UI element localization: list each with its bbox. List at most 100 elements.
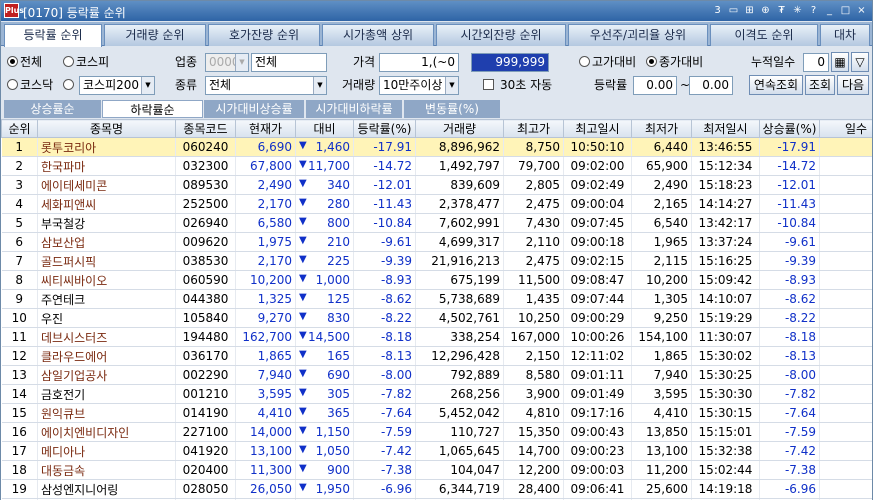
chevron-down-icon[interactable]: ▼ bbox=[141, 77, 154, 94]
low-price-cell: 7,940 bbox=[631, 365, 692, 385]
table-row[interactable]: 9 주연테크 044380 1,325 ▼ 125 -8.62 5,738,689 1,435 0… bbox=[1, 289, 872, 309]
table-row[interactable]: 7 골드퍼시픽 038530 2,170 ▼ 225 -9.39 21,916,213 2,47… bbox=[1, 251, 872, 271]
table-row[interactable]: 1 롯투코리아 060240 6,690 ▼ 1,460 -17.91 8,896,962 8,… bbox=[1, 137, 872, 157]
radio-close-compare[interactable]: 종가대비 bbox=[646, 52, 703, 72]
maximize-icon[interactable]: □ bbox=[839, 4, 852, 17]
subtab-fall-rate[interactable]: 하락률순 bbox=[102, 100, 203, 118]
low-time-cell: 13:46:55 bbox=[691, 137, 760, 157]
radio-high-compare[interactable]: 고가대비 bbox=[579, 52, 636, 72]
table-row[interactable]: 15 원익큐브 014190 4,410 ▼ 365 -7.64 5,452,042 4,810… bbox=[1, 403, 872, 423]
chevron-down-icon[interactable]: ▼ bbox=[313, 77, 326, 94]
pin-icon[interactable]: ₮ bbox=[775, 4, 788, 17]
table-row[interactable]: 6 삼보산업 009620 1,975 ▼ 210 -9.61 4,699,317 2,110 0… bbox=[1, 232, 872, 252]
query-button[interactable]: 조회 bbox=[805, 75, 835, 95]
column-header[interactable]: 최고일시 bbox=[563, 119, 632, 138]
table-row[interactable]: 16 에이치엔비디자인 227100 14,000 ▼ 1,150 -7.59 110,727… bbox=[1, 422, 872, 442]
current-price-cell: 2,170 bbox=[235, 194, 296, 214]
subtab-volatility[interactable]: 변동률(%) bbox=[404, 100, 501, 118]
column-header[interactable]: 일수 bbox=[819, 119, 872, 138]
rate-to-input[interactable]: 0.00 bbox=[689, 76, 733, 95]
table-row[interactable]: 5 부국철강 026940 6,580 ▼ 800 -10.84 7,602,991 7,430… bbox=[1, 213, 872, 233]
continuous-query-button[interactable]: 연속조회 bbox=[749, 75, 803, 95]
subtab-open-fall[interactable]: 시가대비하락률 bbox=[306, 100, 403, 118]
help-icon[interactable]: ? bbox=[807, 4, 820, 17]
auto-refresh-checkbox[interactable]: 30초 자동 bbox=[483, 75, 552, 95]
tab-orderbook-rank[interactable]: 호가잔량 순위 bbox=[208, 24, 320, 46]
table-row[interactable]: 4 세화피앤씨 252500 2,170 ▼ 280 -11.43 2,378,477 2,47… bbox=[1, 194, 872, 214]
layout-icon[interactable]: ⊞ bbox=[743, 4, 756, 17]
radio-kospi[interactable]: 코스피 bbox=[63, 52, 109, 72]
table-row[interactable]: 8 씨티씨바이오 060590 10,200 ▼ 1,000 -8.93 675,199 11,… bbox=[1, 270, 872, 290]
table-row[interactable]: 19 삼성엔지니어링 028050 26,050 ▼ 1,950 -6.96 6,344,71… bbox=[1, 479, 872, 499]
type-select[interactable]: 전체 ▼ bbox=[205, 76, 327, 95]
ranking-table[interactable]: 순위 종목명 종목코드 현재가 대비 등락률(%) 거래량 최고가 최고일시 최저가 최저일시 상승률… bbox=[1, 119, 872, 500]
calendar-icon[interactable]: ▦ bbox=[831, 52, 849, 72]
change-value: 830 bbox=[327, 311, 350, 325]
settings-icon[interactable]: ✳ bbox=[791, 4, 804, 17]
table-row[interactable]: 13 삼일기업공사 002290 7,940 ▼ 690 -8.00 792,889 8,580… bbox=[1, 365, 872, 385]
screen-number-icon[interactable]: 3 bbox=[711, 4, 724, 17]
price-to-input[interactable]: 999,999 bbox=[471, 53, 549, 72]
stock-code-cell: 036170 bbox=[175, 346, 236, 366]
minimize-icon[interactable]: _ bbox=[823, 4, 836, 17]
industry-name-field[interactable]: 전체 bbox=[251, 53, 327, 72]
radio-kosdaq[interactable]: 코스닥 bbox=[7, 75, 53, 95]
tab-market-cap[interactable]: 시가총액 상위 bbox=[322, 24, 434, 46]
rise-rate-cell: -7.42 bbox=[759, 441, 820, 461]
column-header[interactable]: 현재가 bbox=[235, 119, 296, 138]
kospi200-select[interactable]: 코스피200 ▼ bbox=[79, 76, 155, 95]
tab-preferred-stock[interactable]: 우선주/괴리율 상위 bbox=[568, 24, 708, 46]
rate-from-input[interactable]: 0.00 bbox=[633, 76, 677, 95]
table-row[interactable]: 18 대동금속 020400 11,300 ▼ 900 -7.38 104,047 12,200… bbox=[1, 460, 872, 480]
column-header[interactable]: 대비 bbox=[295, 119, 354, 138]
table-row[interactable]: 3 에이테세미콘 089530 2,490 ▼ 340 -12.01 839,609 2,805… bbox=[1, 175, 872, 195]
volume-cell: 338,254 bbox=[415, 327, 504, 347]
tab-afterhours-rank[interactable]: 시간외잔량 순위 bbox=[436, 24, 566, 46]
stock-name-cell: 주연테크 bbox=[37, 289, 176, 309]
column-header[interactable]: 종목코드 bbox=[175, 119, 236, 138]
days-input[interactable]: 0 bbox=[803, 53, 829, 72]
down-arrow-icon: ▼ bbox=[299, 216, 307, 227]
column-header[interactable]: 최고가 bbox=[503, 119, 564, 138]
volume-select[interactable]: 10만주이상 ▼ bbox=[379, 76, 459, 95]
table-row[interactable]: 14 금호전기 001210 3,595 ▼ 305 -7.82 268,256 3,900 09… bbox=[1, 384, 872, 404]
column-header[interactable]: 등락률(%) bbox=[353, 119, 416, 138]
chevron-down-icon[interactable]: ▼ bbox=[445, 77, 458, 94]
column-header[interactable]: 최저가 bbox=[631, 119, 692, 138]
price-from-input[interactable]: 1,(~0 bbox=[379, 53, 459, 72]
zoom-icon[interactable]: ⊕ bbox=[759, 4, 772, 17]
days-cell: 1 bbox=[819, 479, 872, 499]
current-price-cell: 11,300 bbox=[235, 460, 296, 480]
window-icon[interactable]: ▭ bbox=[727, 4, 740, 17]
subtab-open-rise[interactable]: 시가대비상승률 bbox=[204, 100, 305, 118]
tab-volume-rank[interactable]: 거래량 순위 bbox=[104, 24, 206, 46]
low-price-cell: 25,600 bbox=[631, 479, 692, 499]
column-header[interactable]: 순위 bbox=[1, 119, 38, 138]
column-header[interactable]: 종목명 bbox=[37, 119, 176, 138]
subtab-rise-rate[interactable]: 상승률순 bbox=[4, 100, 102, 118]
filter-icon[interactable]: ▽ bbox=[851, 52, 869, 72]
low-price-cell: 1,865 bbox=[631, 346, 692, 366]
tab-rate-rank[interactable]: 등락률 순위 bbox=[4, 24, 102, 47]
close-icon[interactable]: × bbox=[855, 4, 868, 17]
table-row[interactable]: 11 데브시스터즈 194480 162,700 ▼ 14,500 -8.18 338,254… bbox=[1, 327, 872, 347]
next-button[interactable]: 다음 bbox=[837, 75, 869, 95]
column-header[interactable]: 거래량 bbox=[415, 119, 504, 138]
table-row[interactable]: 10 우진 105840 9,270 ▼ 830 -8.22 4,502,761 10,250 0… bbox=[1, 308, 872, 328]
tab-lending[interactable]: 대차 bbox=[820, 24, 870, 46]
high-price-cell: 79,700 bbox=[503, 156, 564, 176]
table-row[interactable]: 12 클라우드에어 036170 1,865 ▼ 165 -8.13 12,296,428 2,… bbox=[1, 346, 872, 366]
radio-kospi200[interactable] bbox=[63, 75, 76, 95]
table-row[interactable]: 2 한국파마 032300 67,800 ▼ 11,700 -14.72 1,492,797 7… bbox=[1, 156, 872, 176]
sub-tab-bar: 상승률순 하락률순 시가대비상승률 시가대비하락률 변동률(%) bbox=[1, 100, 872, 118]
tab-disparity[interactable]: 이격도 순위 bbox=[710, 24, 818, 46]
chevron-down-icon[interactable]: ▼ bbox=[235, 54, 248, 71]
column-header[interactable]: 상승률(%) bbox=[759, 119, 820, 138]
table-row[interactable]: 17 메디아나 041920 13,100 ▼ 1,050 -7.42 1,065,645 14… bbox=[1, 441, 872, 461]
industry-code-field[interactable]: 0000 ▼ bbox=[205, 53, 249, 72]
change-rate-cell: -9.61 bbox=[353, 232, 416, 252]
stock-code-cell: 020400 bbox=[175, 460, 236, 480]
radio-all[interactable]: 전체 bbox=[7, 52, 42, 72]
change-cell: ▼ 1,950 bbox=[295, 479, 354, 499]
column-header[interactable]: 최저일시 bbox=[691, 119, 760, 138]
